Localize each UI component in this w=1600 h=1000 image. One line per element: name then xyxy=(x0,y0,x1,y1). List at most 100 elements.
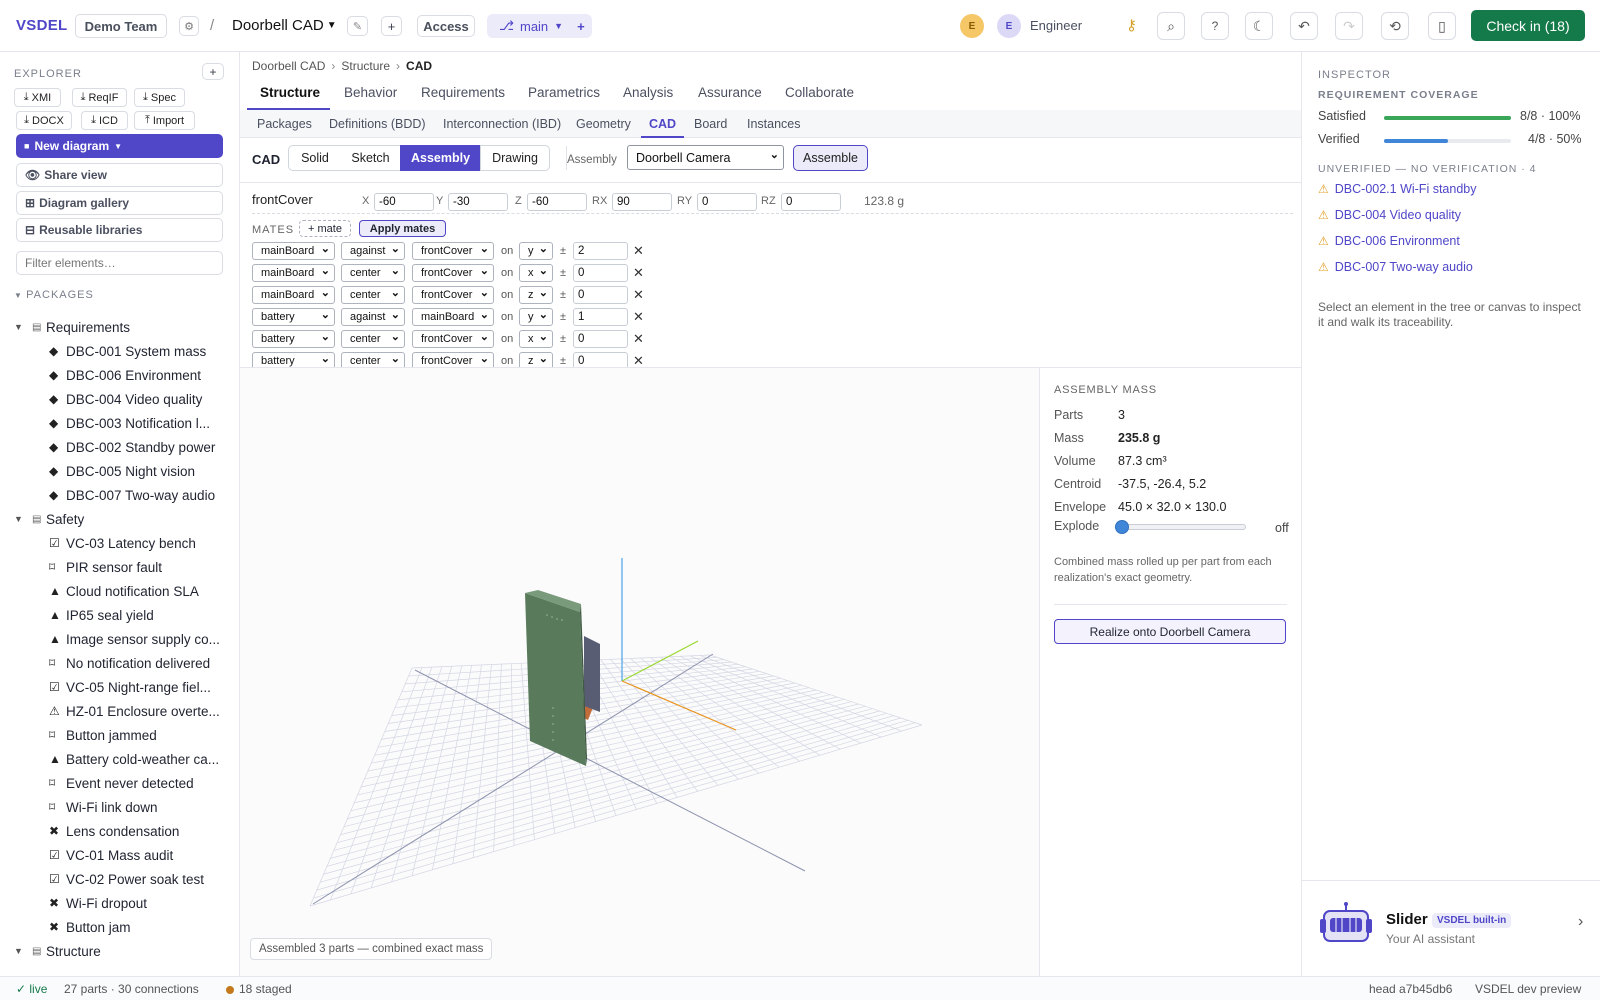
avatar[interactable]: E xyxy=(997,14,1021,38)
breadcrumb-item[interactable]: Doorbell CAD xyxy=(252,59,325,73)
tree-item[interactable]: ☑ VC-05 Night-range fiel... xyxy=(0,676,238,698)
mate-part-a-select[interactable]: mainBoard xyxy=(252,242,335,260)
import-button[interactable]: ⤒ Import xyxy=(134,111,195,130)
new-diagram-button[interactable]: ■ New diagram ▼ xyxy=(16,134,223,158)
gear-icon[interactable]: ⚙ xyxy=(179,16,199,36)
tab-assurance[interactable]: Assurance xyxy=(698,85,762,100)
rename-project-button[interactable]: ✎ xyxy=(347,16,368,36)
subtab-board[interactable]: Board xyxy=(694,117,727,131)
diagram-gallery-button[interactable]: ⊞ Diagram gallery xyxy=(16,191,223,215)
tree-item[interactable]: ◆ DBC-002 Standby power xyxy=(0,436,238,458)
tab-behavior[interactable]: Behavior xyxy=(344,85,397,100)
mate-part-b-select[interactable]: frontCover xyxy=(412,286,494,304)
tree-item[interactable]: ⌑ Event never detected xyxy=(0,772,238,794)
key-icon[interactable]: ⚷ xyxy=(1126,16,1137,34)
mate-axis-select[interactable]: y xyxy=(519,242,553,260)
history-icon[interactable]: ⟲ xyxy=(1381,12,1409,40)
tree-item[interactable]: ⌑ Wi-Fi link down xyxy=(0,796,238,818)
tree-item[interactable]: ◆ DBC-003 Notification l... xyxy=(0,412,238,434)
staged-count[interactable]: 18 staged xyxy=(239,982,292,996)
tree-item[interactable]: ⚠ HZ-01 Enclosure overte... xyxy=(0,700,238,722)
explode-slider[interactable] xyxy=(1115,520,1246,534)
book-icon[interactable]: ▯ xyxy=(1428,12,1456,40)
mate-relation-select[interactable]: center xyxy=(341,286,405,304)
assistant-card[interactable]: Slider VSDEL built-in Your AI assistant … xyxy=(1302,881,1600,976)
transform-input-rx[interactable]: 90 xyxy=(612,193,672,211)
mate-axis-select[interactable]: y xyxy=(519,308,553,326)
branch-selector[interactable]: ⎇ main ▼ + xyxy=(487,14,592,38)
export-spec-button[interactable]: ⤓ Spec xyxy=(134,88,185,107)
tree-item[interactable]: ▲ Battery cold-weather ca... xyxy=(0,748,238,770)
export-icd-button[interactable]: ⤓ ICD xyxy=(81,111,128,130)
tree-item[interactable]: ☑ VC-02 Power soak test xyxy=(0,868,238,890)
mate-part-b-select[interactable]: frontCover xyxy=(412,242,494,260)
remove-mate-icon[interactable]: ✕ xyxy=(633,309,644,325)
transform-input-rz[interactable]: 0 xyxy=(781,193,841,211)
transform-input-ry[interactable]: 0 xyxy=(697,193,757,211)
remove-mate-icon[interactable]: ✕ xyxy=(633,243,644,259)
unverified-requirement-link[interactable]: ⚠ DBC-006 Environment xyxy=(1318,234,1460,248)
mate-offset-input[interactable]: 0 xyxy=(573,330,628,348)
mate-part-b-select[interactable]: frontCover xyxy=(412,264,494,282)
tree-item[interactable]: ✖ Wi-Fi dropout xyxy=(0,892,238,914)
tab-collaborate[interactable]: Collaborate xyxy=(785,85,854,100)
tree-item[interactable]: ☑ VC-03 Latency bench xyxy=(0,532,238,554)
mode-sketch[interactable]: Sketch xyxy=(341,145,401,171)
caret-down-icon[interactable]: ▼ xyxy=(14,946,23,956)
app-logo[interactable]: VSDEL xyxy=(16,17,68,34)
tree-item[interactable]: ▲ Cloud notification SLA xyxy=(0,580,238,602)
theme-moon-icon[interactable]: ☾ xyxy=(1245,12,1273,40)
team-button[interactable]: Demo Team xyxy=(75,14,167,38)
mate-relation-select[interactable]: against xyxy=(341,242,405,260)
share-view-button[interactable]: 👁 Share view xyxy=(16,163,223,187)
project-selector[interactable]: Doorbell CAD ▼ xyxy=(232,17,337,34)
mate-part-a-select[interactable]: mainBoard xyxy=(252,264,335,282)
viewport-canvas[interactable] xyxy=(240,368,1039,976)
packages-header[interactable]: ▼ PACKAGES xyxy=(14,289,94,301)
tree-item[interactable]: ◆ DBC-007 Two-way audio xyxy=(0,484,238,506)
mate-relation-select[interactable]: against xyxy=(341,308,405,326)
avatar[interactable]: E xyxy=(960,14,984,38)
mate-offset-input[interactable]: 0 xyxy=(573,264,628,282)
undo-icon[interactable]: ↶ xyxy=(1290,12,1318,40)
caret-down-icon[interactable]: ▼ xyxy=(14,514,23,524)
mate-part-b-select[interactable]: frontCover xyxy=(412,330,494,348)
mate-part-a-select[interactable]: battery xyxy=(252,308,335,326)
export-docx-button[interactable]: ⤓ DOCX xyxy=(16,111,72,130)
mode-drawing[interactable]: Drawing xyxy=(480,145,550,171)
mate-part-a-select[interactable]: mainBoard xyxy=(252,286,335,304)
transform-input-x[interactable]: -60 xyxy=(374,193,434,211)
subtab-interconnection[interactable]: Interconnection (IBD) xyxy=(443,117,561,131)
search-icon[interactable]: ⌕ xyxy=(1157,12,1185,40)
tree-item[interactable]: ✖ Lens condensation xyxy=(0,820,238,842)
add-button[interactable]: + xyxy=(381,16,402,36)
breadcrumb-item[interactable]: Structure xyxy=(341,59,390,73)
tree-package[interactable]: ▼ ▤ Safety xyxy=(0,508,238,530)
explode-slider-thumb[interactable] xyxy=(1115,520,1129,534)
tab-requirements[interactable]: Requirements xyxy=(421,85,505,100)
tree-item[interactable]: ⌑ Button jammed xyxy=(0,724,238,746)
mode-solid[interactable]: Solid xyxy=(288,145,342,171)
tree-item[interactable]: ◆ DBC-005 Night vision xyxy=(0,460,238,482)
subtab-packages[interactable]: Packages xyxy=(257,117,312,131)
unverified-requirement-link[interactable]: ⚠ DBC-007 Two-way audio xyxy=(1318,260,1473,274)
subtab-cad[interactable]: CAD xyxy=(649,117,676,131)
tree-item[interactable]: ▲ Image sensor supply co... xyxy=(0,628,238,650)
cad-viewport[interactable]: Assembled 3 parts — combined exact mass xyxy=(240,368,1039,976)
tree-item[interactable]: ⌑ PIR sensor fault xyxy=(0,556,238,578)
tree-item[interactable]: ◆ DBC-006 Environment xyxy=(0,364,238,386)
subtab-instances[interactable]: Instances xyxy=(747,117,801,131)
add-branch-button[interactable]: + xyxy=(577,19,585,34)
tree-package[interactable]: ▼ ▤ Structure xyxy=(0,940,238,962)
filter-elements-input[interactable] xyxy=(16,251,223,275)
remove-mate-icon[interactable]: ✕ xyxy=(633,265,644,281)
mate-part-b-select[interactable]: mainBoard xyxy=(412,308,494,326)
remove-mate-icon[interactable]: ✕ xyxy=(633,331,644,347)
check-in-button[interactable]: Check in (18) xyxy=(1471,10,1585,41)
transform-input-z[interactable]: -60 xyxy=(527,193,587,211)
tree-item[interactable]: ◆ DBC-004 Video quality xyxy=(0,388,238,410)
tab-analysis[interactable]: Analysis xyxy=(623,85,673,100)
tab-parametrics[interactable]: Parametrics xyxy=(528,85,600,100)
caret-down-icon[interactable]: ▼ xyxy=(14,322,23,332)
tree-item[interactable]: ✖ Button jam xyxy=(0,916,238,938)
